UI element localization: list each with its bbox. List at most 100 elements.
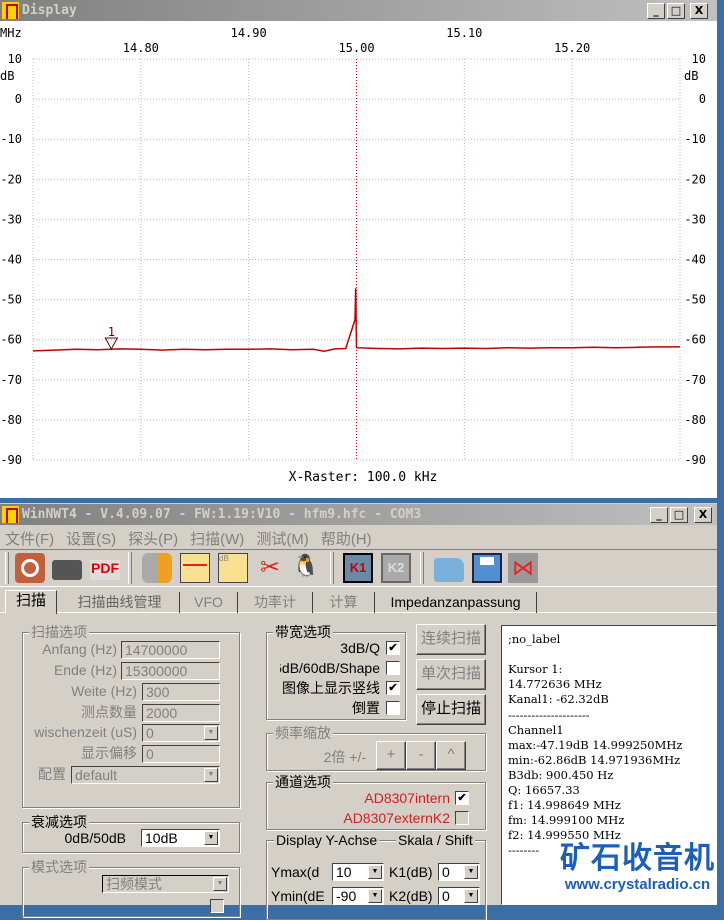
y-tick-label-right: -50 xyxy=(684,293,706,307)
ymax-label: Ymax(d xyxy=(271,864,320,880)
mode-checkbox[interactable] xyxy=(210,899,224,913)
tab-vfo[interactable]: VFO xyxy=(180,592,238,613)
close-button[interactable]: X xyxy=(690,3,708,19)
settings-tools-icon[interactable] xyxy=(142,553,172,583)
zoom-reset-button[interactable]: ^ xyxy=(436,741,466,770)
tab-calculate[interactable]: 计算 xyxy=(313,592,375,613)
single-scan-button[interactable]: 单次扫描 xyxy=(416,659,486,690)
attenuation-select[interactable]: 10dB ▼ xyxy=(141,829,220,847)
attenuation-label: 0dB/50dB xyxy=(64,830,127,846)
curve-icon[interactable] xyxy=(180,553,210,583)
chevron-down-icon[interactable]: ▼ xyxy=(368,889,382,903)
bandwidth-title: 带宽选项 xyxy=(273,624,333,640)
chevron-down-icon[interactable]: ▼ xyxy=(213,877,227,891)
anfang-input[interactable]: 14700000 xyxy=(121,641,220,659)
y-tick-label-left: -80 xyxy=(0,413,22,427)
menu-file[interactable]: 文件(F) xyxy=(5,531,54,548)
zoom-factor-label: 2倍 +/- xyxy=(323,749,366,765)
k1-select[interactable]: 0 ▼ xyxy=(438,863,480,881)
ende-input[interactable]: 15300000 xyxy=(121,662,220,680)
maximize-button[interactable]: □ xyxy=(667,3,685,19)
maximize-button[interactable]: □ xyxy=(670,507,688,523)
tab-power-meter[interactable]: 功率计 xyxy=(238,592,313,613)
info-line: -------- xyxy=(508,843,540,858)
main-titlebar[interactable]: WinNWT4 - V.4.09.07 - FW:1.19:V10 - hfm9… xyxy=(0,504,717,525)
chevron-down-icon[interactable]: ▼ xyxy=(464,865,478,879)
display-title: Display xyxy=(22,3,77,18)
info-line: Q: 16657.33 xyxy=(508,783,580,797)
ad8307-intern-checkbox[interactable]: ✔ xyxy=(455,791,469,805)
tab-impedance-matching[interactable]: Impedanzanpassung xyxy=(375,592,537,613)
tools-icon[interactable]: ✂ xyxy=(255,553,285,583)
linux-penguin-icon[interactable]: 🐧 xyxy=(291,553,321,583)
config-label: 配置 xyxy=(38,766,66,782)
pdf-icon[interactable]: PDF xyxy=(90,560,120,580)
chevron-down-icon[interactable]: ▼ xyxy=(464,889,478,903)
x-tick-label: 15.00 xyxy=(338,41,374,55)
bw-3db-q-checkbox[interactable]: ✔ xyxy=(386,641,400,655)
info-line: Kursor 1: xyxy=(508,662,563,677)
points-input[interactable]: 2000 xyxy=(142,704,220,722)
x-unit-label: MHz xyxy=(0,26,22,40)
menu-settings[interactable]: 设置(S) xyxy=(66,531,116,548)
save-disk-icon[interactable] xyxy=(472,553,502,583)
bw-vertical-line-checkbox[interactable]: ✔ xyxy=(386,681,400,695)
toolbar-grip[interactable] xyxy=(5,552,9,584)
display-titlebar[interactable]: Display _ □ X xyxy=(0,0,717,21)
ad8307-externk2-checkbox[interactable] xyxy=(455,811,469,825)
power-icon[interactable] xyxy=(15,553,45,583)
chevron-down-icon[interactable]: ▼ xyxy=(368,865,382,879)
info-line: min:-62.86dB 14.971936MHz xyxy=(508,752,681,767)
chevron-down-icon[interactable]: ▼ xyxy=(204,726,218,740)
ymax-value: 10 xyxy=(336,864,352,880)
toolbar-separator xyxy=(330,552,334,584)
db-scale-icon[interactable]: dB xyxy=(218,553,248,583)
info-line: max:-47.19dB 14.999250MHz xyxy=(508,737,683,752)
zoom-out-button[interactable]: - xyxy=(406,741,436,770)
k1-icon[interactable]: K1 xyxy=(343,553,373,583)
watermark-logo: 矿石收音机 www.crystalradio.cn xyxy=(555,842,720,894)
spectrum-chart[interactable]: 10 10 0 0 -10 -10 -20 -20 -30 -30 -40 -40 -50 -50 -60 -… xyxy=(0,21,717,498)
tab-scan[interactable]: 扫描 xyxy=(5,590,57,614)
config-select[interactable]: default ▼ xyxy=(71,766,220,784)
plot-area[interactable]: 10 10 0 0 -10 -10 -20 -20 -30 -30 -40 -40 -50 -50 -60 -… xyxy=(0,21,717,498)
minimize-button[interactable]: _ xyxy=(647,3,665,19)
y-tick-label-right: -90 xyxy=(684,453,706,467)
weite-input[interactable]: 300 xyxy=(142,683,220,701)
menu-test[interactable]: 测试(M) xyxy=(256,531,309,548)
k2-select[interactable]: 0 ▼ xyxy=(438,887,480,905)
zwischenzeit-select[interactable]: 0 ▼ xyxy=(142,724,220,742)
mode-select[interactable]: 扫频模式 ▼ xyxy=(102,875,229,893)
y-tick-label-right: -60 xyxy=(684,333,706,347)
bw-shape-checkbox[interactable] xyxy=(386,661,400,675)
menu-probe[interactable]: 探头(P) xyxy=(128,531,178,548)
impedance-icon[interactable]: ⋈ xyxy=(508,553,538,583)
points-label: 测点数量 xyxy=(81,704,137,720)
zoom-in-button[interactable]: + xyxy=(376,741,406,770)
continuous-scan-button[interactable]: 连续扫描 xyxy=(416,624,486,655)
open-folder-icon[interactable] xyxy=(434,558,464,582)
main-title: WinNWT4 - V.4.09.07 - FW:1.19:V10 - hfm9… xyxy=(22,507,422,522)
bw-invert-checkbox[interactable] xyxy=(386,701,400,715)
y-tick-label-right: 0 xyxy=(699,92,706,106)
offset-input[interactable]: 0 xyxy=(142,745,220,763)
k2-icon[interactable]: K2 xyxy=(381,553,411,583)
menu-scan[interactable]: 扫描(W) xyxy=(190,531,244,548)
info-line: 14.772636 MHz xyxy=(508,677,602,692)
chevron-down-icon[interactable]: ▼ xyxy=(204,768,218,782)
minimize-button[interactable]: _ xyxy=(650,507,668,523)
ymax-select[interactable]: 10 ▼ xyxy=(332,863,384,881)
close-button[interactable]: X xyxy=(694,507,712,523)
app-icon xyxy=(2,2,19,19)
tab-curve-management[interactable]: 扫描曲线管理 xyxy=(60,592,180,613)
bw-3db-q-label: 3dB/Q xyxy=(340,640,380,656)
trace-line xyxy=(32,288,680,352)
y-tick-label-right: -40 xyxy=(684,253,706,267)
print-icon[interactable] xyxy=(52,560,82,580)
ende-label: Ende (Hz) xyxy=(53,662,117,678)
ymin-select[interactable]: -90 ▼ xyxy=(332,887,384,905)
chevron-down-icon[interactable]: ▼ xyxy=(204,831,218,845)
stop-scan-button[interactable]: 停止扫描 xyxy=(416,694,486,725)
menu-help[interactable]: 帮助(H) xyxy=(321,531,372,548)
y-unit-label-right: dB xyxy=(684,69,698,83)
